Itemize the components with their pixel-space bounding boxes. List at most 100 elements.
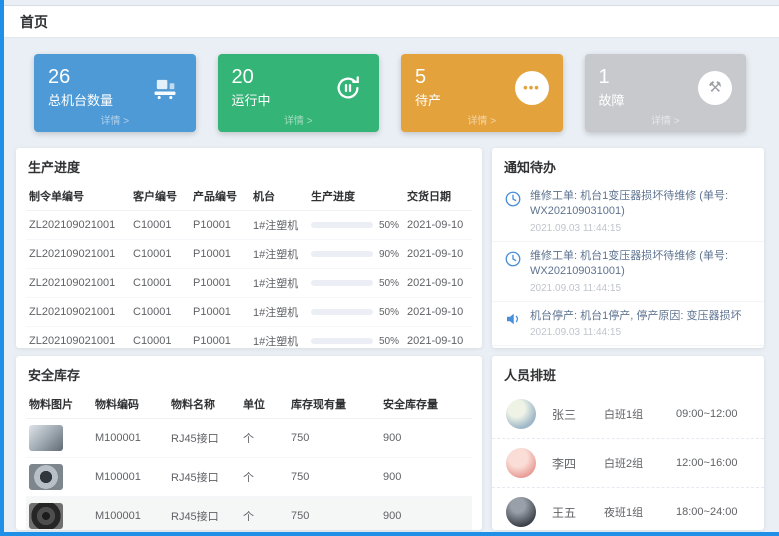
topbar: 首页: [4, 5, 779, 38]
cell-date: 2021-09-10: [404, 327, 472, 349]
cell-progress: 50%: [308, 327, 404, 349]
progress-bar: [311, 309, 373, 315]
panel-title: 生产进度: [16, 148, 482, 182]
detail-link[interactable]: 详情 >: [401, 112, 563, 127]
cell-order: ZL202109021001: [26, 211, 130, 240]
stat-value: 20: [232, 66, 271, 88]
running-icon: [331, 71, 365, 105]
schedule-row: 王五 夜班1组 18:00~24:00: [492, 488, 764, 530]
cell-code: M100001: [92, 458, 168, 497]
cell-product: P10001: [190, 240, 250, 269]
stat-label: 故障: [599, 90, 625, 109]
cell-customer: C10001: [130, 327, 190, 349]
notice-item[interactable]: 维修工单: 机台1变压器损坏待维修 (单号: WX202109031001) 2…: [492, 242, 764, 302]
column-header: 物料名称: [168, 390, 240, 419]
detail-link[interactable]: 详情 >: [218, 112, 380, 127]
cell-customer: C10001: [130, 269, 190, 298]
column-header: 库存现有量: [288, 390, 380, 419]
progress-percent: 50%: [379, 220, 399, 231]
stat-card-waiting[interactable]: 5 待产 ••• 详情 >: [401, 54, 563, 132]
avatar: [506, 497, 536, 527]
tools-icon: ⚒: [698, 71, 732, 105]
cell-machine: 1#注塑机: [250, 269, 308, 298]
speaker-icon: [504, 310, 522, 328]
notice-time: 2021.09.03 11:44:15: [530, 327, 741, 338]
staff-schedule-panel: 人员排班 张三 白班1组 09:00~12:00 李四 白班2组 12:00~1…: [492, 356, 764, 530]
tab-home[interactable]: 首页: [20, 12, 48, 32]
cell-order: ZL202109021001: [26, 327, 130, 349]
stat-card-running[interactable]: 20 运行中 详情 >: [218, 54, 380, 132]
cell-name: RJ45接口: [168, 419, 240, 458]
progress-bar: [311, 338, 373, 344]
column-header: 制令单编号: [26, 182, 130, 211]
table-row: M100001 RJ45接口 个 750 900: [26, 419, 472, 458]
cell-date: 2021-09-10: [404, 269, 472, 298]
schedule-row: 李四 白班2组 12:00~16:00: [492, 439, 764, 488]
detail-link[interactable]: 详情 >: [585, 112, 747, 127]
progress-bar: [311, 280, 373, 286]
machine-icon: [148, 71, 182, 105]
stat-label: 待产: [415, 90, 441, 109]
cell-machine: 1#注塑机: [250, 240, 308, 269]
cell-safety: 900: [380, 419, 472, 458]
cell-image: [26, 419, 92, 458]
notice-time: 2021.09.03 11:44:15: [530, 223, 752, 234]
stat-card-total-machines[interactable]: 26 总机台数量 详情 >: [34, 54, 196, 132]
staff-shift: 白班1组: [604, 406, 676, 422]
column-header: 产品编号: [190, 182, 250, 211]
cell-unit: 个: [240, 419, 288, 458]
staff-name: 李四: [552, 455, 604, 472]
cell-progress: 50%: [308, 269, 404, 298]
staff-shift: 白班2组: [604, 455, 676, 471]
notice-text: 维修工单: 机台1变压器损坏待维修 (单号: WX202109031001): [530, 189, 752, 220]
column-header: 物料编码: [92, 390, 168, 419]
cell-stock: 750: [288, 497, 380, 531]
progress-percent: 50%: [379, 336, 399, 347]
column-header: 生产进度: [308, 182, 404, 211]
table-header-row: 物料图片 物料编码 物料名称 单位 库存现有量 安全库存量: [26, 390, 472, 419]
progress-percent: 50%: [379, 278, 399, 289]
avatar: [506, 399, 536, 429]
staff-time: 12:00~16:00: [676, 457, 737, 469]
cell-customer: C10001: [130, 298, 190, 327]
window-bottom-edge: [0, 532, 779, 536]
table-row: ZL202109021001 C10001 P10001 1#注塑机 50% 2…: [26, 211, 472, 240]
panel-title: 人员排班: [492, 356, 764, 390]
schedule-row: 张三 白班1组 09:00~12:00: [492, 390, 764, 439]
cell-customer: C10001: [130, 240, 190, 269]
panel-title: 安全库存: [16, 356, 482, 390]
staff-name: 王五: [552, 504, 604, 521]
progress-bar: [311, 222, 373, 228]
cell-safety: 900: [380, 458, 472, 497]
cell-image: [26, 497, 92, 531]
cell-unit: 个: [240, 497, 288, 531]
cell-order: ZL202109021001: [26, 269, 130, 298]
notice-text: 维修工单: 机台1变压器损坏待维修 (单号: WX202109031001): [530, 249, 752, 280]
stat-label: 运行中: [232, 90, 271, 109]
material-image: [29, 464, 63, 490]
production-progress-panel: 生产进度 制令单编号 客户编号 产品编号 机台 生产进度 交货日期 ZL2021…: [16, 148, 482, 348]
notice-item[interactable]: 计划暂停: 机台1生产计划已暂停 2021.09.03 11:44:15: [492, 346, 764, 348]
cell-stock: 750: [288, 419, 380, 458]
ellipsis-icon: •••: [515, 71, 549, 105]
cell-code: M100001: [92, 497, 168, 531]
avatar: [506, 448, 536, 478]
notifications-panel: 通知待办 维修工单: 机台1变压器损坏待维修 (单号: WX2021090310…: [492, 148, 764, 348]
stat-value: 26: [48, 66, 113, 88]
cell-date: 2021-09-10: [404, 240, 472, 269]
cell-progress: 50%: [308, 298, 404, 327]
detail-link[interactable]: 详情 >: [34, 112, 196, 127]
table-row: ZL202109021001 C10001 P10001 1#注塑机 50% 2…: [26, 298, 472, 327]
cell-code: M100001: [92, 419, 168, 458]
production-table: 制令单编号 客户编号 产品编号 机台 生产进度 交货日期 ZL202109021…: [26, 182, 472, 348]
stat-card-fault[interactable]: 1 故障 ⚒ 详情 >: [585, 54, 747, 132]
cell-product: P10001: [190, 211, 250, 240]
stat-value: 1: [599, 66, 625, 88]
cell-order: ZL202109021001: [26, 298, 130, 327]
staff-time: 18:00~24:00: [676, 506, 737, 518]
notice-item[interactable]: 维修工单: 机台1变压器损坏待维修 (单号: WX202109031001) 2…: [492, 182, 764, 242]
material-image: [29, 425, 63, 451]
notice-item[interactable]: 机台停产: 机台1停产, 停产原因: 变压器损坏 2021.09.03 11:4…: [492, 302, 764, 346]
cell-order: ZL202109021001: [26, 240, 130, 269]
progress-percent: 90%: [379, 249, 399, 260]
